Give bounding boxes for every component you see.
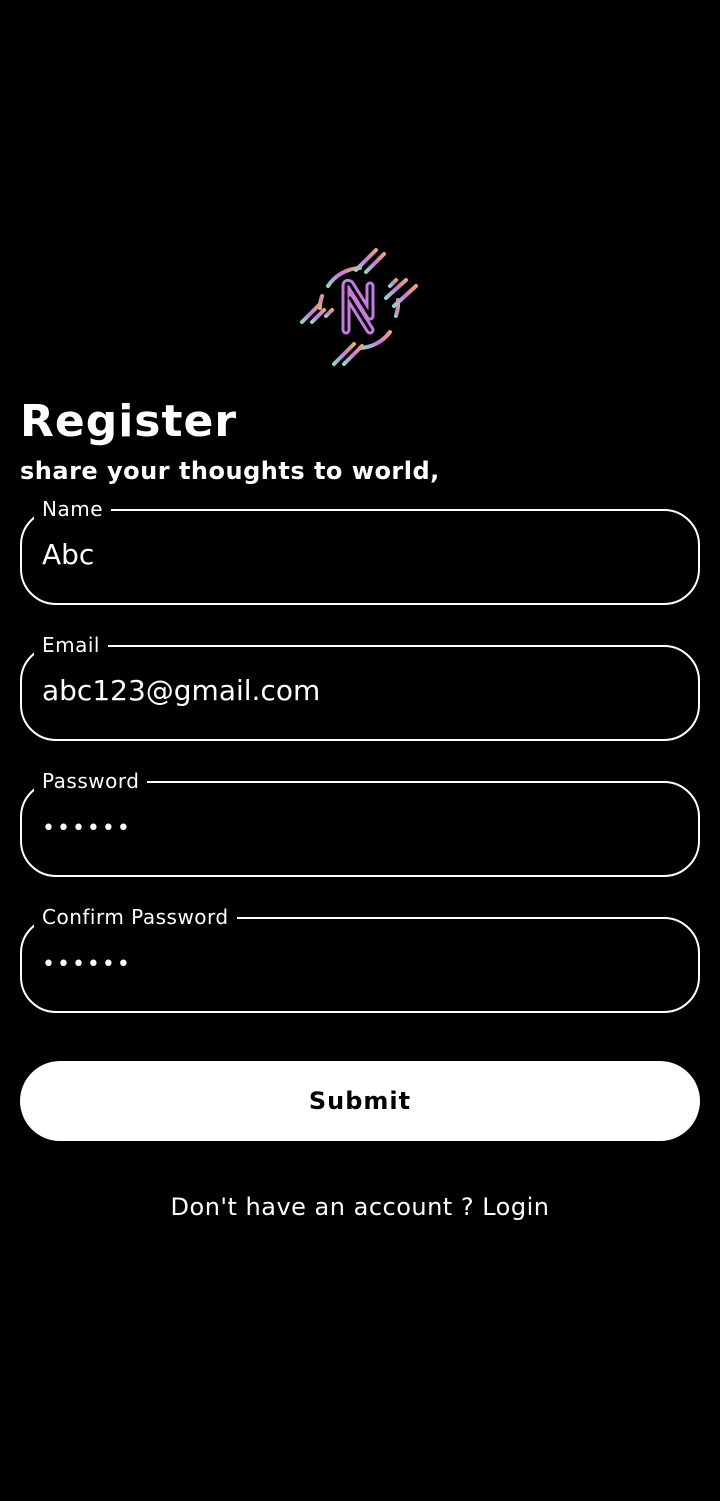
app-logo [298, 246, 422, 370]
password-input[interactable]: •••••• [42, 809, 678, 849]
name-label: Name [34, 497, 112, 521]
email-label: Email [34, 633, 108, 657]
page-subtitle: share your thoughts to world, [20, 457, 440, 485]
email-field[interactable]: Email abc123@gmail.com [20, 633, 700, 741]
confirm-password-label: Confirm Password [34, 905, 237, 929]
login-prompt: Don't have an account ? Login [0, 1190, 720, 1224]
submit-button[interactable]: Submit [20, 1061, 700, 1141]
page-title: Register [20, 396, 238, 447]
name-field[interactable]: Name Abc [20, 497, 700, 605]
password-label: Password [34, 769, 148, 793]
confirm-password-input[interactable]: •••••• [42, 945, 678, 985]
password-field[interactable]: Password •••••• [20, 769, 700, 877]
name-input[interactable]: Abc [42, 535, 678, 575]
n-logo-icon [300, 248, 418, 366]
confirm-password-field[interactable]: Confirm Password •••••• [20, 905, 700, 1013]
submit-button-label: Submit [308, 1087, 412, 1115]
login-prompt-text: Don't have an account ? [170, 1193, 483, 1221]
email-input[interactable]: abc123@gmail.com [42, 671, 678, 711]
login-link[interactable]: Login [482, 1193, 549, 1221]
